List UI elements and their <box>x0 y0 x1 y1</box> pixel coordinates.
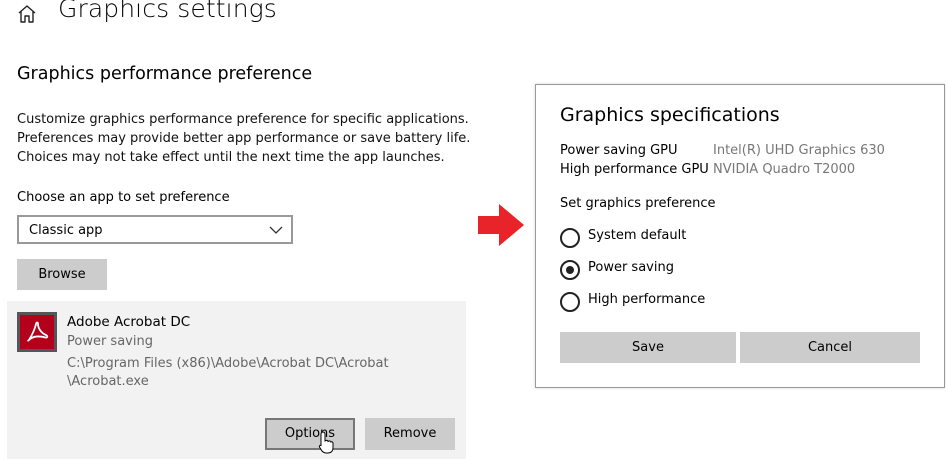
cancel-button[interactable]: Cancel <box>740 332 920 363</box>
choose-app-label: Choose an app to set preference <box>17 190 230 205</box>
chevron-down-icon <box>269 224 283 234</box>
acrobat-icon <box>17 312 57 352</box>
radio-circle[interactable] <box>560 292 580 312</box>
options-button[interactable]: Options <box>265 418 355 450</box>
radio-label: Power saving <box>588 260 674 275</box>
dialog-title: Graphics specifications <box>560 104 780 126</box>
radio-selected-dot <box>566 266 574 274</box>
save-button[interactable]: Save <box>560 332 736 363</box>
page-title: Graphics settings <box>58 0 277 23</box>
description: Customize graphics performance preferenc… <box>17 110 470 167</box>
mouse-cursor-icon <box>318 431 334 455</box>
app-path-line: \Acrobat.exe <box>67 374 149 389</box>
app-name: Adobe Acrobat DC <box>67 314 191 330</box>
radio-label: High performance <box>588 292 706 307</box>
dropdown-value: Classic app <box>29 223 103 238</box>
app-type-dropdown[interactable]: Classic app <box>17 215 293 244</box>
red-arrow-icon <box>477 202 525 248</box>
power-saving-gpu-value: Intel(R) UHD Graphics 630 <box>713 143 885 158</box>
app-preference: Power saving <box>67 334 153 349</box>
high-performance-gpu-label: High performance GPU <box>560 162 709 177</box>
description-line: Preferences may provide better app perfo… <box>17 131 471 146</box>
description-line: Choices may not take effect until the ne… <box>17 150 445 165</box>
app-path-line: C:\Program Files (x86)\Adobe\Acrobat DC\… <box>67 356 389 371</box>
radio-circle[interactable] <box>560 260 580 280</box>
description-line: Customize graphics performance preferenc… <box>17 112 469 127</box>
section-title: Graphics performance preference <box>17 64 313 84</box>
radio-circle[interactable] <box>560 228 580 248</box>
home-icon[interactable] <box>15 2 39 26</box>
set-preference-label: Set graphics preference <box>560 196 716 211</box>
radio-label: System default <box>588 228 687 243</box>
power-saving-gpu-label: Power saving GPU <box>560 143 678 158</box>
browse-button[interactable]: Browse <box>17 259 107 290</box>
remove-button[interactable]: Remove <box>365 418 455 450</box>
high-performance-gpu-value: NVIDIA Quadro T2000 <box>713 162 856 177</box>
app-path: C:\Program Files (x86)\Adobe\Acrobat DC\… <box>67 355 389 391</box>
